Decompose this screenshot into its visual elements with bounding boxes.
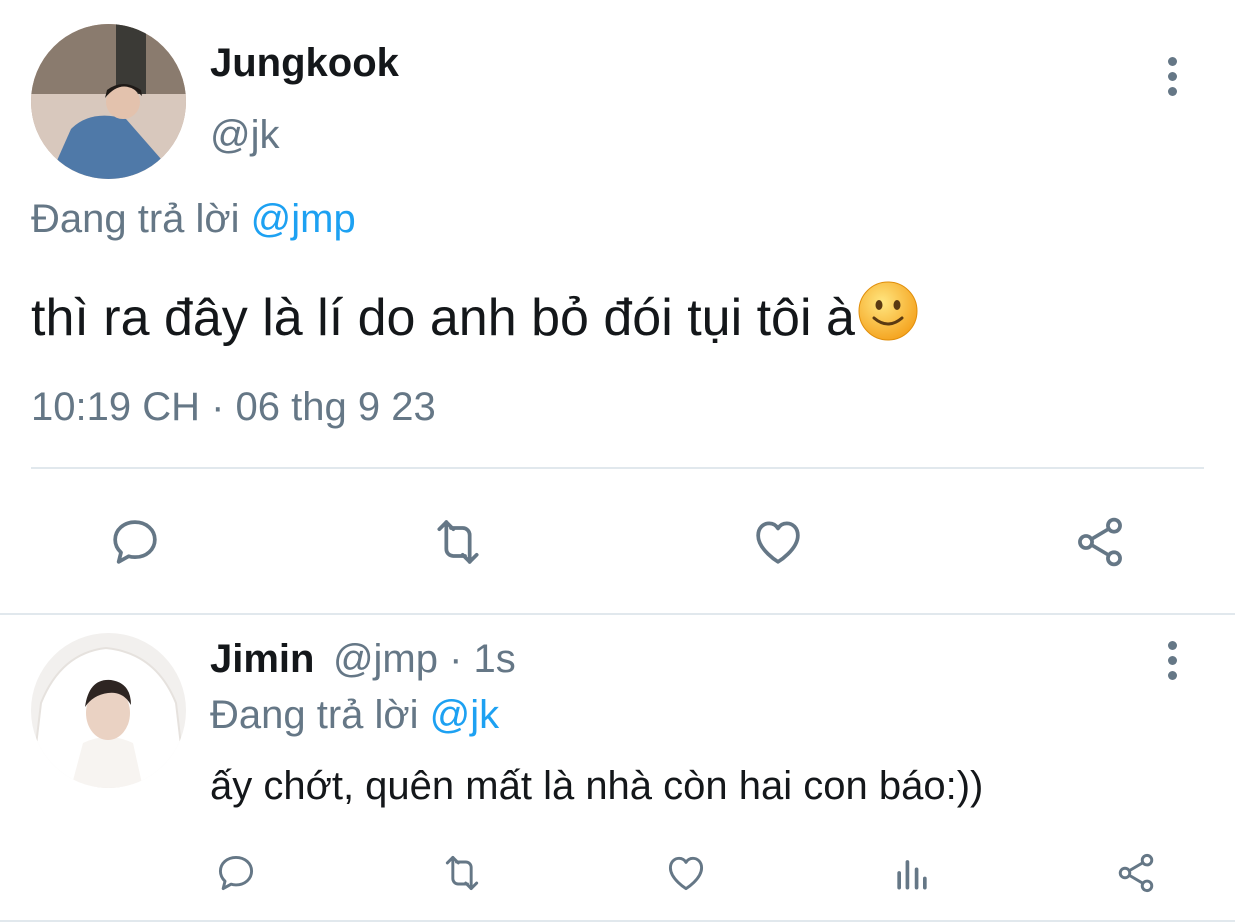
reply-icon[interactable]	[212, 850, 260, 896]
like-icon[interactable]	[662, 850, 710, 896]
tweet-text-row: thì ra đây là lí do anh bỏ đói tụi tôi à	[31, 280, 919, 355]
reply-handle-time[interactable]: @jmp · 1s	[333, 637, 516, 681]
reply-prefix: Đang trả lời	[31, 197, 240, 241]
tweet-timestamp[interactable]: 10:19 CH · 06 thg 9 23	[31, 384, 436, 430]
share-icon[interactable]	[1070, 513, 1130, 571]
retweet-icon[interactable]	[427, 513, 489, 571]
reply-context: Đang trả lời @jk	[210, 692, 499, 738]
divider	[31, 467, 1204, 469]
reply-more-icon[interactable]	[1165, 641, 1179, 681]
retweet-icon[interactable]	[436, 850, 488, 896]
author-name[interactable]: Jungkook	[210, 40, 399, 86]
smiley-emoji-icon	[857, 280, 919, 355]
reply-prefix: Đang trả lời	[210, 693, 419, 737]
reply-icon[interactable]	[106, 513, 164, 571]
like-icon[interactable]	[748, 513, 808, 571]
share-icon[interactable]	[1112, 850, 1160, 896]
reply-context: Đang trả lời @jmp	[31, 196, 356, 242]
tweet-text: thì ra đây là lí do anh bỏ đói tụi tôi à	[31, 288, 855, 347]
reply-header: Jimin @jmp · 1s	[210, 636, 516, 691]
more-icon[interactable]	[1165, 57, 1179, 97]
bottom-divider	[0, 920, 1235, 922]
reply-author-name[interactable]: Jimin	[210, 637, 314, 681]
reply-to-link[interactable]: @jmp	[251, 197, 356, 241]
reply-to-link[interactable]: @jk	[430, 693, 500, 737]
reply-author-avatar[interactable]	[31, 633, 186, 788]
author-avatar[interactable]	[31, 24, 186, 179]
reply-text: ấy chớt, quên mất là nhà còn hai con báo…	[210, 764, 984, 808]
author-handle[interactable]: @jk	[210, 112, 280, 158]
analytics-icon[interactable]	[888, 850, 936, 896]
section-divider	[0, 613, 1235, 615]
